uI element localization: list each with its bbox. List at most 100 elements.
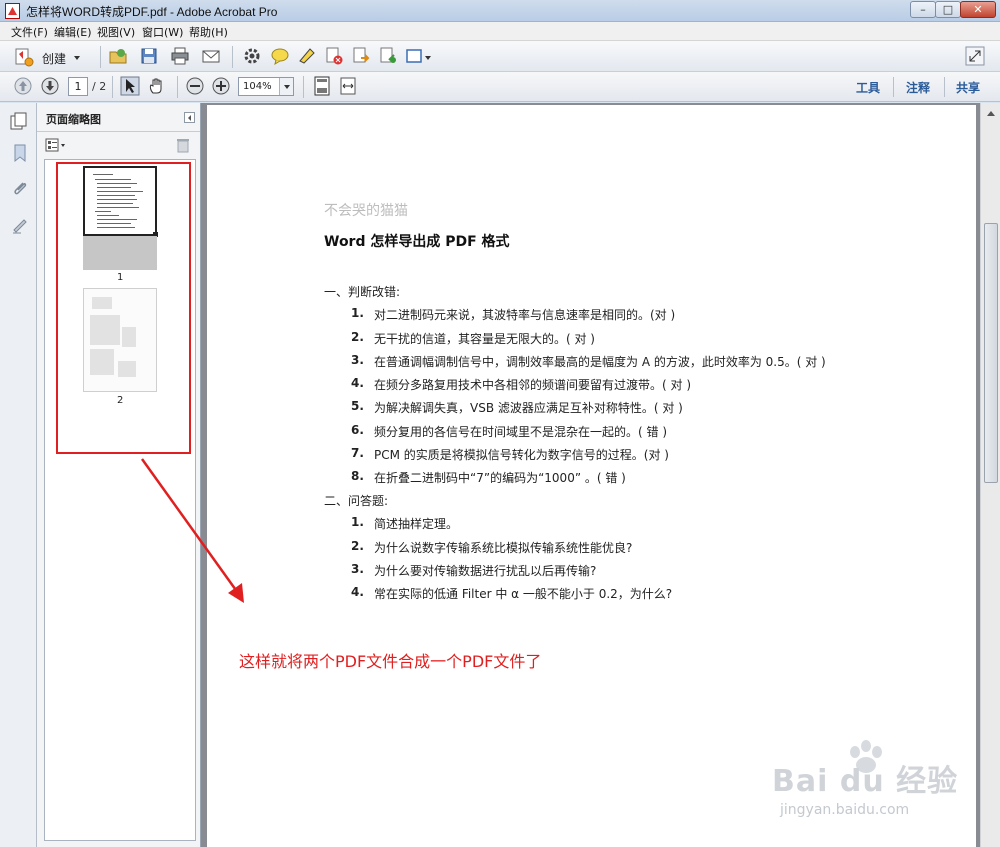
menu-view[interactable]: 视图(V) <box>97 24 135 40</box>
acrobat-window: 怎样将WORD转成PDF.pdf - Adobe Acrobat Pro – □… <box>0 0 1000 847</box>
window-title: 怎样将WORD转成PDF.pdf - Adobe Acrobat Pro <box>26 5 278 19</box>
list-item-number: 1. <box>351 515 364 529</box>
navigation-pane-buttons <box>0 103 37 847</box>
minimize-button[interactable]: – <box>910 1 936 18</box>
create-button[interactable]: 创建 <box>14 46 98 68</box>
hand-tool-icon[interactable] <box>147 76 167 96</box>
toolbar-divider <box>944 77 945 97</box>
list-item-number: 3. <box>351 562 364 576</box>
fit-page-icon[interactable] <box>312 76 332 96</box>
list-item-number: 4. <box>351 376 364 390</box>
print-icon[interactable] <box>170 46 190 66</box>
section-heading-1: 一、判断改错: <box>324 285 401 299</box>
list-item-number: 1. <box>351 306 364 320</box>
delete-page-icon[interactable] <box>324 46 344 66</box>
list-item-number: 2. <box>351 539 364 553</box>
page-thumbnails-icon[interactable] <box>9 111 29 131</box>
toolbar-divider <box>893 77 894 97</box>
select-tool-icon[interactable] <box>120 76 140 96</box>
collapse-panel-button[interactable] <box>184 112 195 123</box>
toolbar-divider <box>112 76 113 98</box>
menu-window[interactable]: 窗口(W) <box>142 24 183 40</box>
signature-icon[interactable] <box>11 215 31 235</box>
extract-page-icon[interactable] <box>378 46 398 66</box>
highlight-icon[interactable] <box>297 46 317 66</box>
document-title: Word 怎样导出成 PDF 格式 <box>324 234 510 250</box>
list-item-number: 4. <box>351 585 364 599</box>
vertical-scrollbar[interactable] <box>980 103 1000 847</box>
menu-file[interactable]: 文件(F) <box>11 24 48 40</box>
thumbnails-highlight-box <box>56 162 191 454</box>
page-number-input[interactable]: 1 <box>68 77 88 96</box>
list-item-text: 为什么说数字传输系统比模拟传输系统性能优良? <box>374 541 633 555</box>
comment-icon[interactable] <box>270 46 290 66</box>
gear-icon[interactable] <box>242 46 262 66</box>
author-watermark: 不会哭的猫猫 <box>324 203 408 219</box>
page-total: / 2 <box>92 80 107 93</box>
list-item-text: 频分复用的各信号在时间域里不是混杂在一起的。( 错 ) <box>374 425 667 439</box>
fit-width-icon[interactable] <box>338 76 358 96</box>
list-item-text: 在普通调幅调制信号中，调制效率最高的是幅度为 A 的方波，此时效率为 0.5。(… <box>374 355 826 369</box>
acrobat-app-icon <box>5 3 20 19</box>
list-item-text: 对二进制码元来说，其波特率与信息速率是相同的。(对 ) <box>374 308 676 322</box>
scroll-up-icon[interactable] <box>984 107 998 121</box>
bookmark-icon[interactable] <box>11 143 31 163</box>
red-arrow-annotation <box>140 458 244 603</box>
panel-title: 页面缩略图 <box>46 113 101 126</box>
list-item-number: 6. <box>351 423 364 437</box>
chevron-down-icon[interactable] <box>425 56 431 60</box>
previous-page-icon[interactable] <box>13 76 33 96</box>
list-item-text: 简述抽样定理。 <box>374 517 459 531</box>
panel-divider <box>37 131 200 132</box>
zoom-select[interactable]: 104% <box>238 77 294 96</box>
open-folder-icon[interactable] <box>108 46 128 66</box>
tab-share[interactable]: 共享 <box>956 79 980 96</box>
list-item-text: 为什么要对传输数据进行扰乱以后再传输? <box>374 564 597 578</box>
toolbar-divider <box>232 46 233 68</box>
toolbar-divider <box>100 46 101 68</box>
tab-tools[interactable]: 工具 <box>856 79 880 96</box>
menu-edit[interactable]: 编辑(E) <box>54 24 92 40</box>
chevron-down-icon <box>74 56 80 60</box>
baidu-url: jingyan.baidu.com <box>780 802 910 818</box>
scrollbar-thumb[interactable] <box>984 223 998 483</box>
close-button[interactable]: ✕ <box>960 1 996 18</box>
tab-comments[interactable]: 注释 <box>906 79 930 96</box>
list-item-text: PCM 的实质是将模拟信号转化为数字信号的过程。(对 ) <box>374 448 669 462</box>
email-icon[interactable] <box>201 46 221 66</box>
zoom-dropdown[interactable] <box>279 78 293 95</box>
annotation-text: 这样就将两个PDF文件合成一个PDF文件了 <box>239 652 542 671</box>
zoom-value: 104% <box>243 81 272 92</box>
insert-page-icon[interactable] <box>351 46 371 66</box>
fullscreen-icon[interactable] <box>965 46 985 66</box>
list-item-number: 7. <box>351 446 364 460</box>
trash-icon[interactable] <box>176 137 190 153</box>
toolbar-divider <box>303 76 304 98</box>
create-pdf-icon <box>15 48 34 67</box>
list-item-text: 在频分多路复用技术中各相邻的频谱间要留有过渡带。( 对 ) <box>374 378 691 392</box>
section-heading-2: 二、问答题: <box>324 494 389 508</box>
list-item-text: 在折叠二进制码中“7”的编码为“1000” 。( 错 ) <box>374 471 626 485</box>
create-label: 创建 <box>42 52 67 66</box>
options-menu-icon[interactable] <box>45 137 67 153</box>
list-item-number: 5. <box>351 399 364 413</box>
menu-bar: 文件(F) 编辑(E) 视图(V) 窗口(W) 帮助(H) <box>0 22 1000 41</box>
list-item-text: 无干扰的信道，其容量是无限大的。( 对 ) <box>374 332 595 346</box>
maximize-button[interactable]: □ <box>935 1 961 18</box>
attachment-icon[interactable] <box>11 179 31 199</box>
zoom-in-icon[interactable] <box>211 76 231 96</box>
chevron-down-icon <box>284 85 290 89</box>
toolbar-divider <box>177 76 178 98</box>
list-item-number: 2. <box>351 330 364 344</box>
next-page-icon[interactable] <box>40 76 60 96</box>
list-item-text: 为解决解调失真，VSB 滤波器应满足互补对称特性。( 对 ) <box>374 401 683 415</box>
menu-help[interactable]: 帮助(H) <box>189 24 228 40</box>
zoom-out-icon[interactable] <box>185 76 205 96</box>
baidu-logo-text: Bai du 经验 <box>772 764 959 799</box>
list-item-text: 常在实际的低通 Filter 中 α 一般不能小于 0.2，为什么? <box>374 587 673 601</box>
list-item-number: 3. <box>351 353 364 367</box>
baidu-jingyan-watermark: Bai du 经验 jingyan.baidu.com <box>772 740 972 830</box>
title-bar: 怎样将WORD转成PDF.pdf - Adobe Acrobat Pro – □… <box>0 0 1000 22</box>
page-display-icon[interactable] <box>405 46 425 66</box>
save-icon[interactable] <box>139 46 159 66</box>
